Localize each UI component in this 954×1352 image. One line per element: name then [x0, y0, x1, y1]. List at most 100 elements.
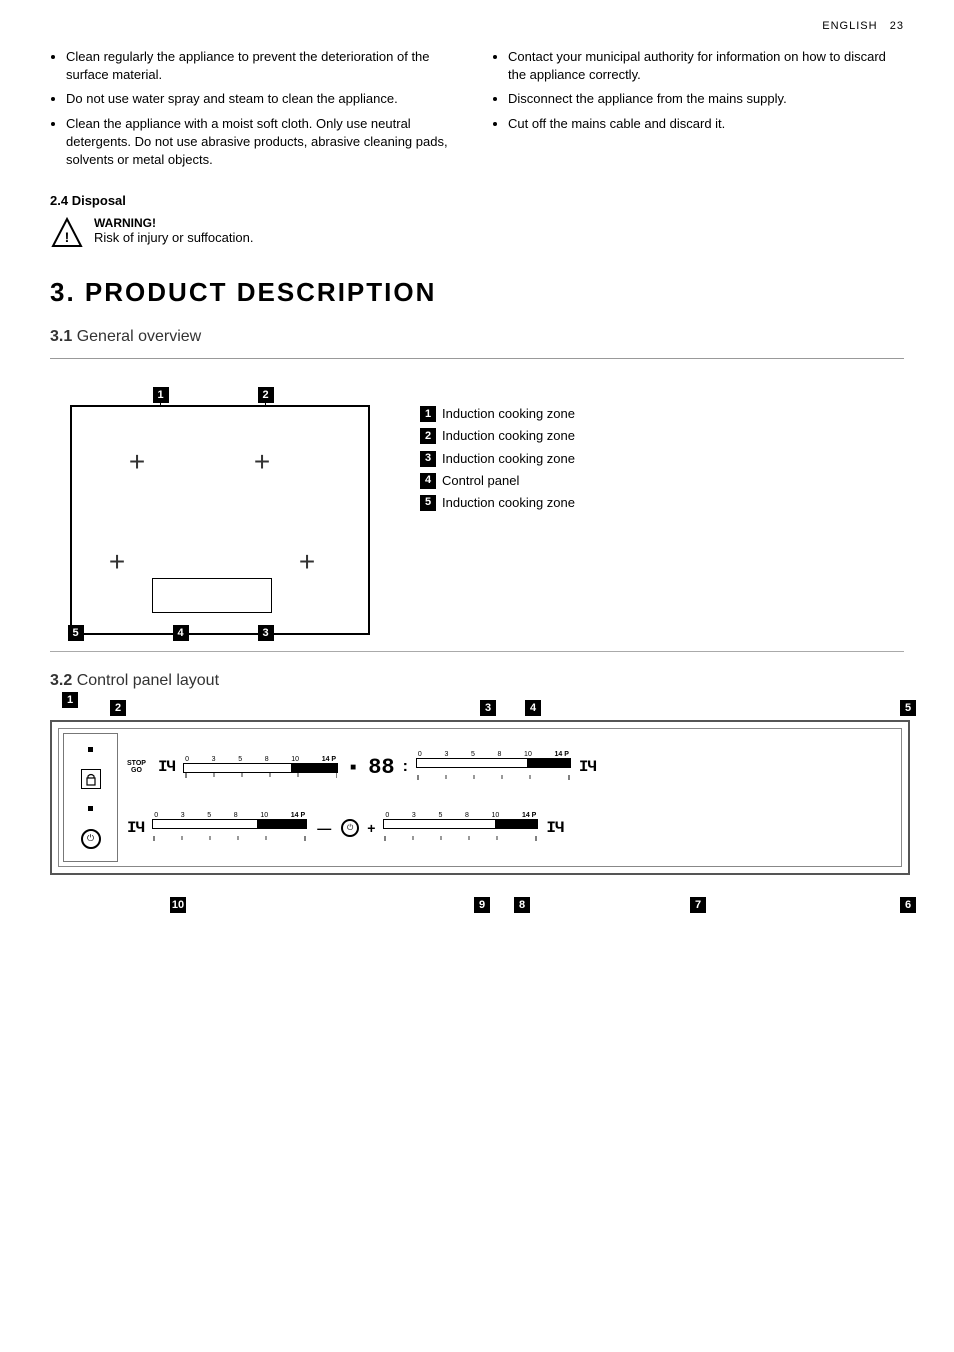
power-indicators: [88, 747, 93, 752]
legend-text-2: Induction cooking zone: [442, 427, 575, 445]
power-button-icon: ⏻: [81, 829, 101, 849]
indicator-dot-mid: [88, 806, 93, 811]
legend-list: 1 Induction cooking zone 2 Induction coo…: [420, 405, 575, 512]
zone-cross-1: +: [102, 427, 172, 497]
plus-separator: +: [367, 820, 375, 836]
legend-text-5: Induction cooking zone: [442, 494, 575, 512]
control-panel-inner-box: ⏻ STOP GO IЧ 03581014 P: [58, 728, 902, 867]
slider-4: 03581014 P: [383, 812, 538, 844]
warning-box: ! WARNING! Risk of injury or suffocation…: [50, 216, 904, 253]
slider-2-fill: [527, 759, 570, 767]
stop-go-button: STOP GO: [127, 760, 146, 774]
legend-item-3: 3 Induction cooking zone: [420, 450, 575, 468]
svg-text:!: !: [65, 229, 70, 245]
slider-2-labels: 03581014 P: [416, 751, 571, 758]
disposal-title: Disposal: [72, 193, 126, 208]
timer-power-icon: ⏻: [341, 819, 359, 837]
page-header: ENGLISH 23: [50, 20, 904, 32]
diagram-label-3: 3: [265, 625, 266, 635]
slider-3: 03581014 P: [152, 812, 307, 844]
subsection-title-32: 3.2 Control panel layout: [50, 672, 904, 690]
subsection-number-32: 3.2: [50, 672, 72, 689]
control-panel-rect: [152, 578, 272, 613]
divider: [50, 358, 904, 359]
zone-symbol-bottom-right: IЧ: [546, 819, 563, 837]
slider-4-fill: [495, 820, 538, 828]
list-item: Do not use water spray and steam to clea…: [66, 90, 462, 108]
diagram-label-1: 1: [160, 387, 161, 405]
legend-num-2: 2: [420, 428, 436, 444]
zone-cross-5: +: [82, 527, 152, 597]
legend-area: 1 Induction cooking zone 2 Induction coo…: [420, 375, 575, 520]
right-column: Contact your municipal authority for inf…: [492, 48, 904, 177]
section-title: PRODUCT DESCRIPTION: [85, 277, 436, 307]
zone-cross-2: +: [227, 427, 297, 497]
colon-separator: :: [403, 758, 408, 776]
list-item: Clean regularly the appliance to prevent…: [66, 48, 462, 84]
slider-3-ticks: [152, 829, 307, 844]
diagram-label-4: 4: [180, 625, 181, 635]
intro-columns: Clean regularly the appliance to prevent…: [50, 48, 904, 177]
slider-1-labels: 03581014 P: [183, 756, 338, 763]
warning-body: Risk of injury or suffocation.: [94, 230, 253, 245]
slider-1-track: [183, 763, 338, 773]
slider-2-track: [416, 758, 571, 768]
legend-num-3: 3: [420, 451, 436, 467]
list-item: Contact your municipal authority for inf…: [508, 48, 904, 84]
control-panel-outer-box: ⏻ STOP GO IЧ 03581014 P: [50, 720, 910, 875]
slider-1-ticks: [183, 773, 338, 778]
legend-text-1: Induction cooking zone: [442, 405, 575, 423]
diagram-label-2: 2: [265, 387, 266, 405]
general-overview-section: 3.1 General overview 1 2 + + + +: [50, 328, 904, 652]
disposal-heading: 2.4 Disposal: [50, 193, 904, 208]
zone-symbol-top-left: IЧ: [158, 758, 175, 776]
warning-triangle-icon: !: [50, 216, 84, 253]
section-number: 3.: [50, 277, 85, 307]
legend-num-5: 5: [420, 495, 436, 511]
overview-diagram-area: 1 2 + + + + 5: [50, 375, 904, 652]
left-bullet-list: Clean regularly the appliance to prevent…: [50, 48, 462, 169]
slider-1-fill: [291, 764, 337, 772]
slider-1: 03581014 P: [183, 756, 338, 778]
control-panel-section: 3.2 Control panel layout 1 2 3 4 5: [50, 672, 904, 875]
subsection-number-31: 3.1: [50, 328, 72, 345]
zone-cross-3: +: [272, 527, 342, 597]
bottom-control-row: IЧ 03581014 P: [127, 798, 893, 858]
subsection-title-31: 3.1 General overview: [50, 328, 904, 346]
list-item: Disconnect the appliance from the mains …: [508, 90, 904, 108]
product-description-heading: 3. PRODUCT DESCRIPTION: [50, 277, 904, 308]
legend-num-1: 1: [420, 406, 436, 422]
subsection-title-text: General overview: [77, 328, 202, 345]
lock-key-icon: [81, 769, 101, 789]
right-bullet-list: Contact your municipal authority for inf…: [492, 48, 904, 133]
legend-num-4: 4: [420, 473, 436, 489]
disposal-number: 2.4: [50, 193, 68, 208]
slider-3-track: [152, 819, 307, 829]
slider-2: 03581014 P: [416, 751, 571, 783]
slider-4-labels: 03581014 P: [383, 812, 538, 819]
slider-4-track: [383, 819, 538, 829]
slider-4-ticks: [383, 829, 538, 844]
zone-symbol-bottom-left: IЧ: [127, 819, 144, 837]
main-display: 88: [368, 755, 394, 780]
disposal-section: 2.4 Disposal ! WARNING! Risk of injury o…: [50, 193, 904, 253]
left-column: Clean regularly the appliance to prevent…: [50, 48, 462, 177]
legend-text-3: Induction cooking zone: [442, 450, 575, 468]
language-label: ENGLISH: [822, 20, 877, 32]
legend-item-4: 4 Control panel: [420, 472, 575, 490]
top-control-row: STOP GO IЧ 03581014 P: [127, 737, 893, 797]
control-panel-diagram-wrapper: 1 2 3 4 5: [50, 720, 910, 875]
cooktop-diagram-container: 1 2 + + + + 5: [50, 375, 390, 635]
indicator-dot-top: [88, 747, 93, 752]
list-item: Clean the appliance with a moist soft cl…: [66, 115, 462, 170]
zone-symbol-top-right: IЧ: [579, 758, 596, 776]
legend-item-1: 1 Induction cooking zone: [420, 405, 575, 423]
diagram-label-5: 5: [75, 625, 76, 635]
slider-3-labels: 03581014 P: [152, 812, 307, 819]
page-number: 23: [890, 20, 904, 32]
left-controls-panel: ⏻: [63, 733, 118, 862]
legend-text-4: Control panel: [442, 472, 519, 490]
legend-item-5: 5 Induction cooking zone: [420, 494, 575, 512]
list-item: Cut off the mains cable and discard it.: [508, 115, 904, 133]
slider-3-fill: [257, 820, 306, 828]
